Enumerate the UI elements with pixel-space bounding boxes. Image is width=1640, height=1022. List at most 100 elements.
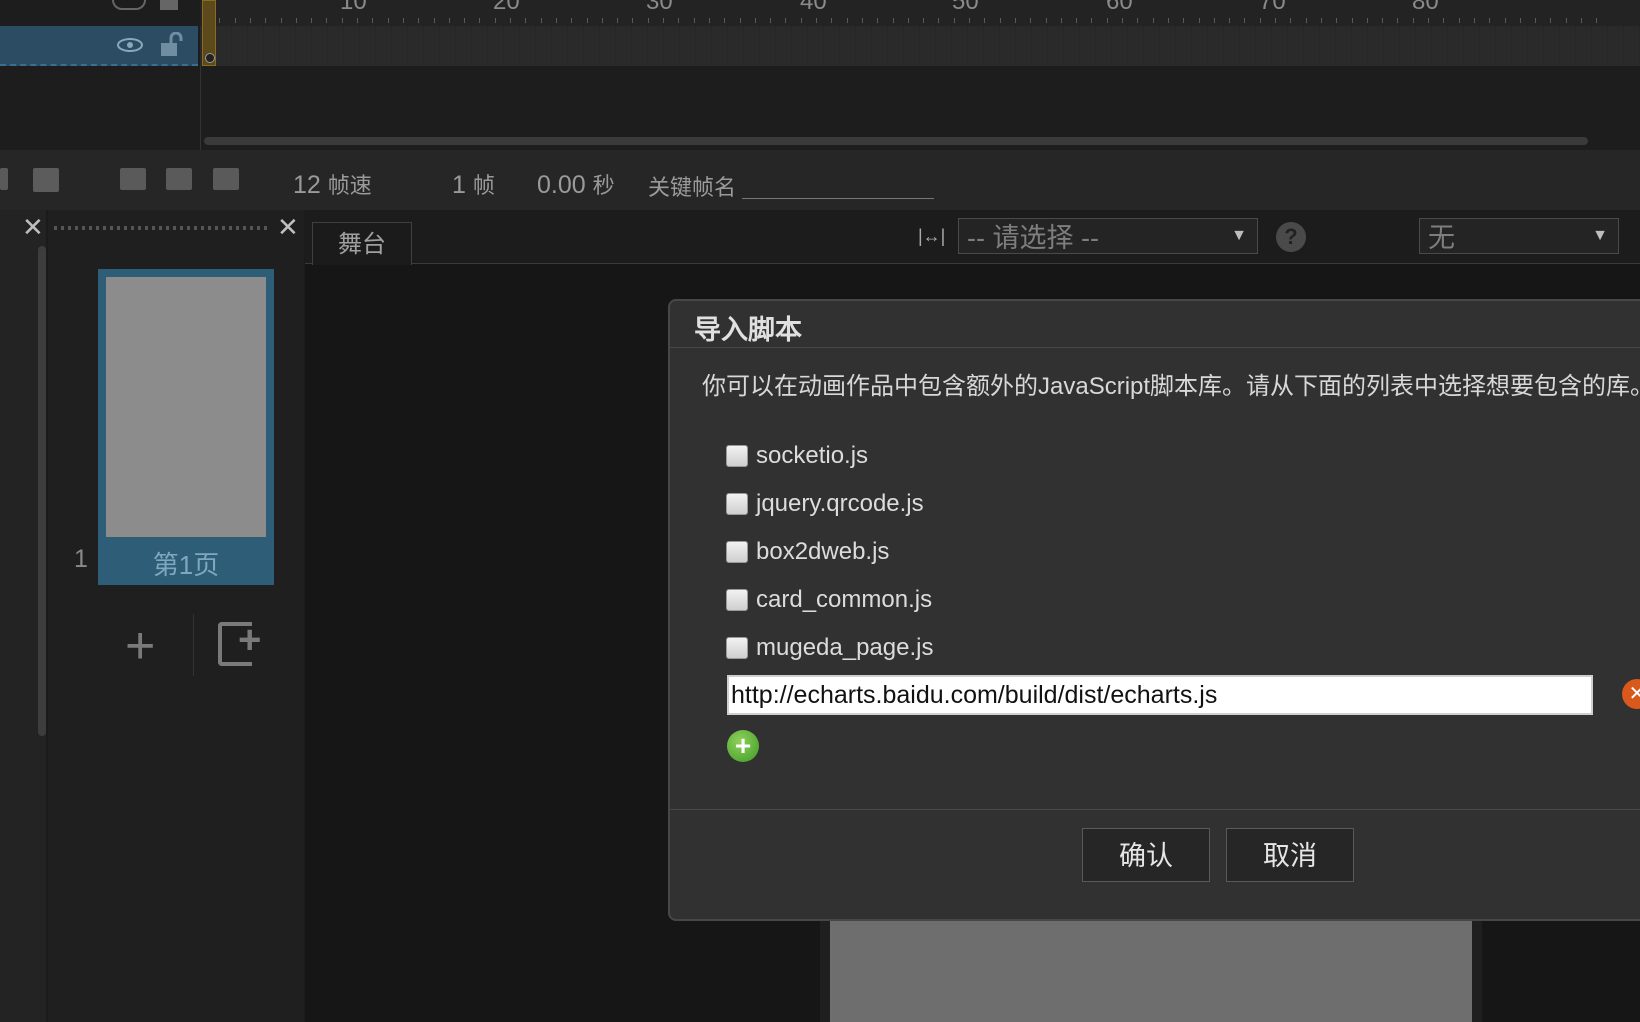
ruler-tick xyxy=(357,18,358,23)
ruler-tick xyxy=(1213,18,1215,23)
timeline-divider xyxy=(200,66,201,150)
library-option[interactable]: card_common.js xyxy=(726,583,932,617)
ruler-tick xyxy=(494,18,496,23)
ruler-tick xyxy=(1351,18,1353,23)
ruler-tick xyxy=(1489,18,1491,23)
ruler-tick xyxy=(754,18,756,23)
library-checkbox[interactable] xyxy=(726,541,748,563)
ruler-tick xyxy=(341,18,343,23)
left-scrollbar[interactable] xyxy=(38,246,46,736)
ruler-tick xyxy=(418,18,420,23)
keyframe-name-input[interactable] xyxy=(742,198,934,199)
ruler-tick xyxy=(938,18,940,23)
ruler-label: 60 xyxy=(1106,0,1133,15)
ruler-tick xyxy=(1167,18,1169,23)
duplicate-page-plus-icon[interactable]: + xyxy=(238,620,261,660)
option-select[interactable]: 无 ▼ xyxy=(1419,218,1619,254)
timeline-ruler[interactable]: 10 20 30 40 50 60 70 80 xyxy=(200,0,1640,26)
ruler-tick xyxy=(586,18,588,23)
ruler-tick xyxy=(1535,18,1537,23)
ruler-tick xyxy=(1290,18,1292,23)
ruler-label: 80 xyxy=(1412,0,1439,15)
ruler-tick xyxy=(831,18,833,23)
layer-copy-icon[interactable] xyxy=(33,168,59,192)
ruler-tick xyxy=(1045,18,1047,23)
layer-row[interactable] xyxy=(0,26,198,66)
ruler-tick xyxy=(693,18,695,23)
ruler-label: 10 xyxy=(340,0,367,15)
page-preview[interactable] xyxy=(106,277,266,537)
ruler-tick xyxy=(1458,18,1460,23)
ruler-label: 40 xyxy=(800,0,827,15)
ruler-tick xyxy=(923,18,925,23)
ruler-tick xyxy=(1305,18,1307,23)
library-checkbox[interactable] xyxy=(726,445,748,467)
ruler-tick xyxy=(1137,18,1139,23)
ruler-tick xyxy=(678,18,680,23)
option-select-value: 无 xyxy=(1428,223,1455,253)
library-option[interactable]: box2dweb.js xyxy=(726,535,889,569)
add-page-button[interactable]: + xyxy=(125,620,155,672)
ruler-tick xyxy=(953,18,955,23)
cancel-button[interactable]: 取消 xyxy=(1226,828,1354,882)
ruler-tick xyxy=(984,18,986,23)
timeline-horizontal-scrollbar[interactable] xyxy=(204,137,1588,145)
insert-frame-icon[interactable] xyxy=(120,168,146,190)
ruler-tick xyxy=(907,18,909,23)
ruler-tick xyxy=(433,18,435,23)
fps-value: 12 xyxy=(293,171,321,199)
insert-keyframe-icon[interactable] xyxy=(166,168,192,190)
lock-icon[interactable] xyxy=(160,0,178,10)
dialog-title-bar[interactable] xyxy=(670,301,1640,348)
ruler-tick xyxy=(877,18,879,23)
ruler-tick xyxy=(1366,18,1368,23)
panel-grip[interactable] xyxy=(54,226,270,230)
frame-track[interactable] xyxy=(200,26,1640,66)
eye-icon[interactable] xyxy=(112,0,146,10)
unlock-icon[interactable] xyxy=(158,32,186,58)
ruler-tick xyxy=(1152,18,1154,23)
eye-icon[interactable] xyxy=(116,36,144,54)
frame-value: 1 xyxy=(452,171,466,199)
ruler-tick xyxy=(969,18,970,23)
ruler-tick xyxy=(1412,18,1414,23)
ruler-tick xyxy=(1244,18,1246,23)
ruler-tick xyxy=(1320,18,1322,23)
ruler-tick xyxy=(1275,18,1276,23)
library-checkbox[interactable] xyxy=(726,493,748,515)
ruler-tick xyxy=(632,18,634,23)
ruler-tick xyxy=(1122,18,1123,23)
timeline-tool-icon[interactable] xyxy=(0,168,8,190)
align-width-icon[interactable]: |↔| xyxy=(918,226,945,247)
clear-keyframe-icon[interactable] xyxy=(213,168,239,190)
ruler-tick xyxy=(249,18,251,23)
library-checkbox[interactable] xyxy=(726,589,748,611)
confirm-button[interactable]: 确认 xyxy=(1082,828,1210,882)
library-checkbox[interactable] xyxy=(726,637,748,659)
ruler-tick xyxy=(663,18,664,23)
library-name: card_common.js xyxy=(756,586,933,613)
ruler-tick xyxy=(816,18,817,23)
help-icon[interactable]: ? xyxy=(1276,222,1306,252)
ruler-tick xyxy=(1397,18,1399,23)
close-icon[interactable]: ✕ xyxy=(22,212,44,243)
library-option[interactable]: socketio.js xyxy=(726,439,868,473)
ruler-tick xyxy=(510,18,511,23)
ruler-tick xyxy=(800,18,802,23)
preset-select[interactable]: -- 请选择 -- ▼ xyxy=(958,218,1258,254)
tab-stage[interactable]: 舞台 xyxy=(312,222,412,265)
preset-select-value: -- 请选择 -- xyxy=(967,223,1099,253)
add-url-icon[interactable]: + xyxy=(727,730,759,762)
library-option[interactable]: mugeda_page.js xyxy=(726,631,933,665)
script-url-input[interactable] xyxy=(727,675,1593,715)
stage-canvas[interactable] xyxy=(820,920,1482,1022)
frame-rate-display[interactable]: 12 帧速 xyxy=(293,168,372,200)
close-icon[interactable]: ✕ xyxy=(277,212,299,243)
library-option[interactable]: jquery.qrcode.js xyxy=(726,487,924,521)
ruler-tick xyxy=(617,18,619,23)
dialog-footer-divider xyxy=(670,809,1640,810)
ruler-tick xyxy=(219,18,221,23)
ruler-tick xyxy=(1336,18,1338,23)
ruler-tick xyxy=(555,18,557,23)
fps-label: 帧速 xyxy=(327,173,372,198)
